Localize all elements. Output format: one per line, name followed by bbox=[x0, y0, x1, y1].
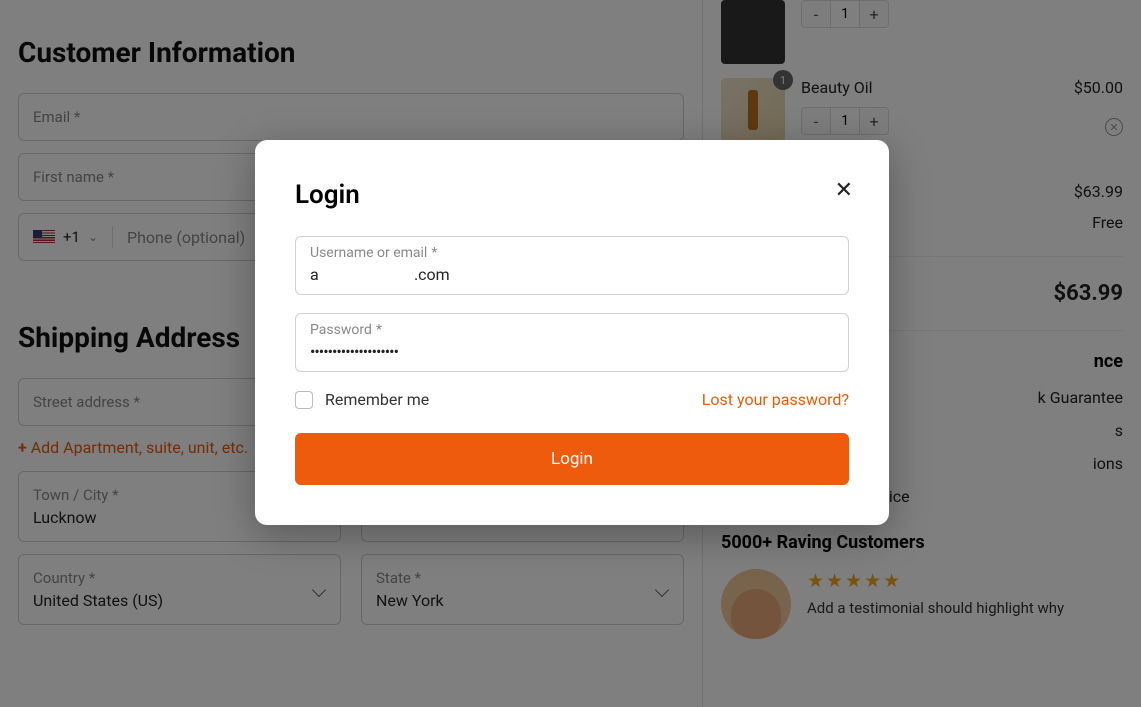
modal-title: Login bbox=[295, 180, 849, 210]
checkbox-icon[interactable] bbox=[295, 391, 313, 409]
username-label: Username or email* bbox=[310, 245, 834, 261]
close-icon[interactable]: ✕ bbox=[835, 180, 853, 202]
login-modal: Login ✕ Username or email* Password* Rem… bbox=[255, 140, 889, 525]
password-label: Password* bbox=[310, 322, 834, 338]
password-field[interactable]: Password* bbox=[295, 313, 849, 372]
login-button[interactable]: Login bbox=[295, 433, 849, 485]
remember-label: Remember me bbox=[325, 390, 429, 409]
username-input[interactable] bbox=[310, 265, 834, 284]
lost-password-link[interactable]: Lost your password? bbox=[702, 390, 849, 409]
remember-checkbox[interactable]: Remember me bbox=[295, 390, 429, 409]
password-input[interactable] bbox=[310, 342, 834, 361]
username-field[interactable]: Username or email* bbox=[295, 236, 849, 295]
